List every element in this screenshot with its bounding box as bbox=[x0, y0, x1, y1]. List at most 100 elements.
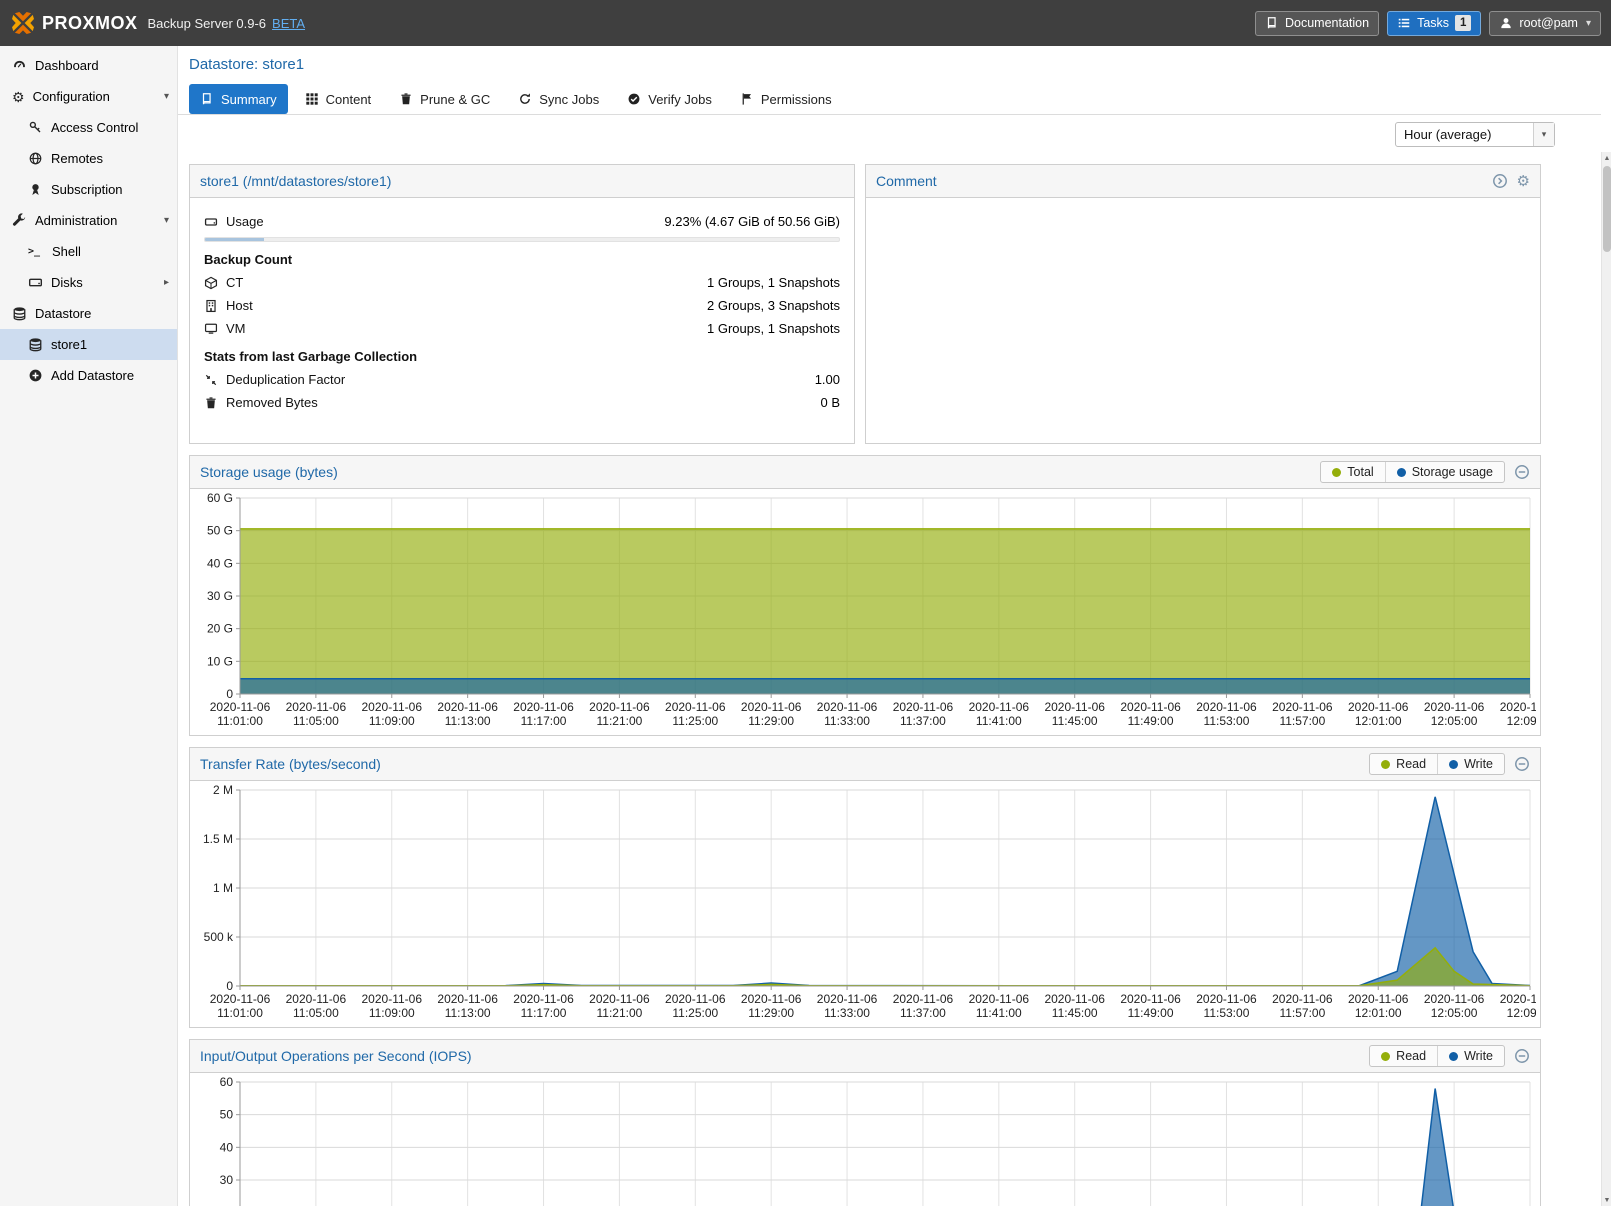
iops-panel: Input/Output Operations per Second (IOPS… bbox=[189, 1039, 1541, 1206]
svg-text:2020-11-06: 2020-11-06 bbox=[1424, 992, 1485, 1006]
legend-write[interactable]: Write bbox=[1438, 1046, 1504, 1066]
tab-label: Content bbox=[326, 92, 372, 107]
panel-title: Input/Output Operations per Second (IOPS… bbox=[200, 1048, 472, 1064]
tab-verify-jobs[interactable]: Verify Jobs bbox=[616, 84, 723, 114]
legend-write[interactable]: Write bbox=[1438, 754, 1504, 774]
svg-text:2020-11-06: 2020-11-06 bbox=[1272, 992, 1333, 1006]
legend-dot bbox=[1381, 1052, 1390, 1061]
collapse-caret-icon[interactable]: ▾ bbox=[164, 215, 169, 226]
sidebar-item-label: Subscription bbox=[51, 182, 123, 197]
chart-legend: Total Storage usage bbox=[1320, 461, 1505, 483]
table-row: CT 1 Groups, 1 Snapshots bbox=[204, 271, 840, 294]
svg-text:2020-11-06: 2020-11-06 bbox=[1500, 992, 1536, 1006]
scrollbar-thumb[interactable] bbox=[1603, 166, 1611, 252]
svg-text:11:09:00: 11:09:00 bbox=[369, 714, 415, 728]
sidebar-item-access-control[interactable]: Access Control bbox=[0, 112, 177, 143]
svg-text:11:33:00: 11:33:00 bbox=[824, 714, 870, 728]
panel-body: Usage 9.23% (4.67 GiB of 50.56 GiB) Back… bbox=[190, 198, 854, 426]
svg-text:2020-11-06: 2020-11-06 bbox=[741, 992, 802, 1006]
tab-permissions[interactable]: Permissions bbox=[729, 84, 843, 114]
svg-text:50: 50 bbox=[220, 1108, 234, 1122]
transfer-rate-panel: Transfer Rate (bytes/second) Read Write bbox=[189, 747, 1541, 1028]
legend-dot bbox=[1397, 468, 1406, 477]
tasks-button[interactable]: Tasks 1 bbox=[1387, 11, 1481, 36]
proxmox-backup-server-app: PROXMOX Backup Server 0.9-6 BETA Documen… bbox=[0, 0, 1611, 1206]
svg-text:60: 60 bbox=[220, 1076, 234, 1089]
documentation-button[interactable]: Documentation bbox=[1255, 11, 1379, 36]
legend-read[interactable]: Read bbox=[1370, 1046, 1437, 1066]
usage-progress-fill bbox=[205, 238, 264, 241]
collapse-icon[interactable] bbox=[1514, 464, 1530, 480]
svg-text:11:13:00: 11:13:00 bbox=[445, 714, 491, 728]
vertical-scrollbar[interactable]: ▲ ▼ bbox=[1601, 152, 1611, 1206]
svg-text:2020-11-06: 2020-11-06 bbox=[1348, 992, 1409, 1006]
svg-text:20 G: 20 G bbox=[207, 622, 233, 636]
sidebar-item-label: Configuration bbox=[33, 89, 110, 104]
reload-icon[interactable] bbox=[1492, 173, 1508, 189]
gear-icon[interactable]: ⚙ bbox=[1517, 174, 1530, 189]
svg-text:11:29:00: 11:29:00 bbox=[748, 714, 794, 728]
storage-usage-chart: 2020-11-0611:01:002020-11-0611:05:002020… bbox=[194, 492, 1536, 734]
row-value: 1 Groups, 1 Snapshots bbox=[707, 321, 840, 336]
svg-text:50 G: 50 G bbox=[207, 524, 233, 538]
row-label: VM bbox=[226, 321, 246, 336]
sidebar-item-datastore[interactable]: Datastore bbox=[0, 298, 177, 329]
tab-label: Sync Jobs bbox=[539, 92, 599, 107]
tab-bar: Summary Content Prune & bbox=[189, 84, 843, 114]
gauge-icon bbox=[12, 58, 27, 73]
tasks-count-badge: 1 bbox=[1455, 15, 1471, 31]
sidebar-item-shell[interactable]: >_ Shell bbox=[0, 236, 177, 267]
usage-label: Usage bbox=[226, 214, 264, 229]
sidebar-item-subscription[interactable]: Subscription bbox=[0, 174, 177, 205]
sidebar-item-remotes[interactable]: Remotes bbox=[0, 143, 177, 174]
scroll-up-arrow[interactable]: ▲ bbox=[1602, 152, 1611, 164]
database-icon bbox=[12, 306, 27, 321]
beta-link[interactable]: BETA bbox=[272, 16, 305, 31]
sidebar-item-configuration[interactable]: ⚙ Configuration ▾ bbox=[0, 81, 177, 112]
legend-total[interactable]: Total bbox=[1321, 462, 1384, 482]
sidebar-item-add-datastore[interactable]: Add Datastore bbox=[0, 360, 177, 391]
main-content: Datastore: store1 Summary bbox=[178, 46, 1601, 1206]
tab-content[interactable]: Content bbox=[294, 84, 383, 114]
tasks-label: Tasks bbox=[1417, 16, 1449, 30]
svg-text:11:17:00: 11:17:00 bbox=[521, 1006, 567, 1020]
comment-body[interactable] bbox=[866, 198, 1540, 443]
hdd-icon bbox=[28, 275, 43, 290]
tab-sync-jobs[interactable]: Sync Jobs bbox=[507, 84, 610, 114]
gears-icon: ⚙ bbox=[12, 90, 25, 104]
collapse-caret-icon[interactable]: ▾ bbox=[164, 91, 169, 102]
svg-text:60 G: 60 G bbox=[207, 492, 233, 505]
svg-text:500 k: 500 k bbox=[204, 930, 234, 944]
brand-name: PROXMOX bbox=[42, 13, 138, 34]
gc-stats-heading: Stats from last Garbage Collection bbox=[204, 349, 840, 364]
svg-text:1 M: 1 M bbox=[213, 881, 233, 895]
sidebar-item-administration[interactable]: Administration ▾ bbox=[0, 205, 177, 236]
tab-separator bbox=[178, 114, 1601, 115]
tab-prune-gc[interactable]: Prune & GC bbox=[388, 84, 501, 114]
scroll-down-arrow[interactable]: ▼ bbox=[1602, 1194, 1611, 1206]
svg-text:12:05:00: 12:05:00 bbox=[1431, 714, 1478, 728]
check-circle-icon bbox=[627, 92, 641, 106]
sidebar-item-store1[interactable]: store1 bbox=[0, 329, 177, 360]
sidebar-item-label: Administration bbox=[35, 213, 117, 228]
tab-summary[interactable]: Summary bbox=[189, 84, 288, 114]
sidebar-item-disks[interactable]: Disks ▸ bbox=[0, 267, 177, 298]
user-menu-button[interactable]: root@pam ▾ bbox=[1489, 11, 1601, 36]
svg-text:11:01:00: 11:01:00 bbox=[217, 1006, 263, 1020]
svg-text:2020-11-06: 2020-11-06 bbox=[969, 992, 1030, 1006]
collapse-icon[interactable] bbox=[1514, 1048, 1530, 1064]
panel-header: store1 (/mnt/datastores/store1) bbox=[190, 165, 854, 198]
sidebar-item-dashboard[interactable]: Dashboard bbox=[0, 50, 177, 81]
chevron-down-icon: ▾ bbox=[1533, 123, 1554, 146]
legend-read[interactable]: Read bbox=[1370, 754, 1437, 774]
time-range-select[interactable]: Hour (average) ▾ bbox=[1395, 122, 1555, 147]
svg-text:2020-11-06: 2020-11-06 bbox=[210, 700, 271, 714]
svg-text:2020-11-06: 2020-11-06 bbox=[210, 992, 271, 1006]
collapse-icon[interactable] bbox=[1514, 756, 1530, 772]
legend-storage-usage[interactable]: Storage usage bbox=[1386, 462, 1504, 482]
legend-label: Storage usage bbox=[1412, 465, 1493, 479]
svg-text:2020-11-06: 2020-11-06 bbox=[286, 700, 347, 714]
monitor-icon bbox=[204, 322, 218, 336]
book-icon bbox=[200, 92, 214, 106]
expand-right-icon[interactable]: ▸ bbox=[164, 277, 169, 288]
